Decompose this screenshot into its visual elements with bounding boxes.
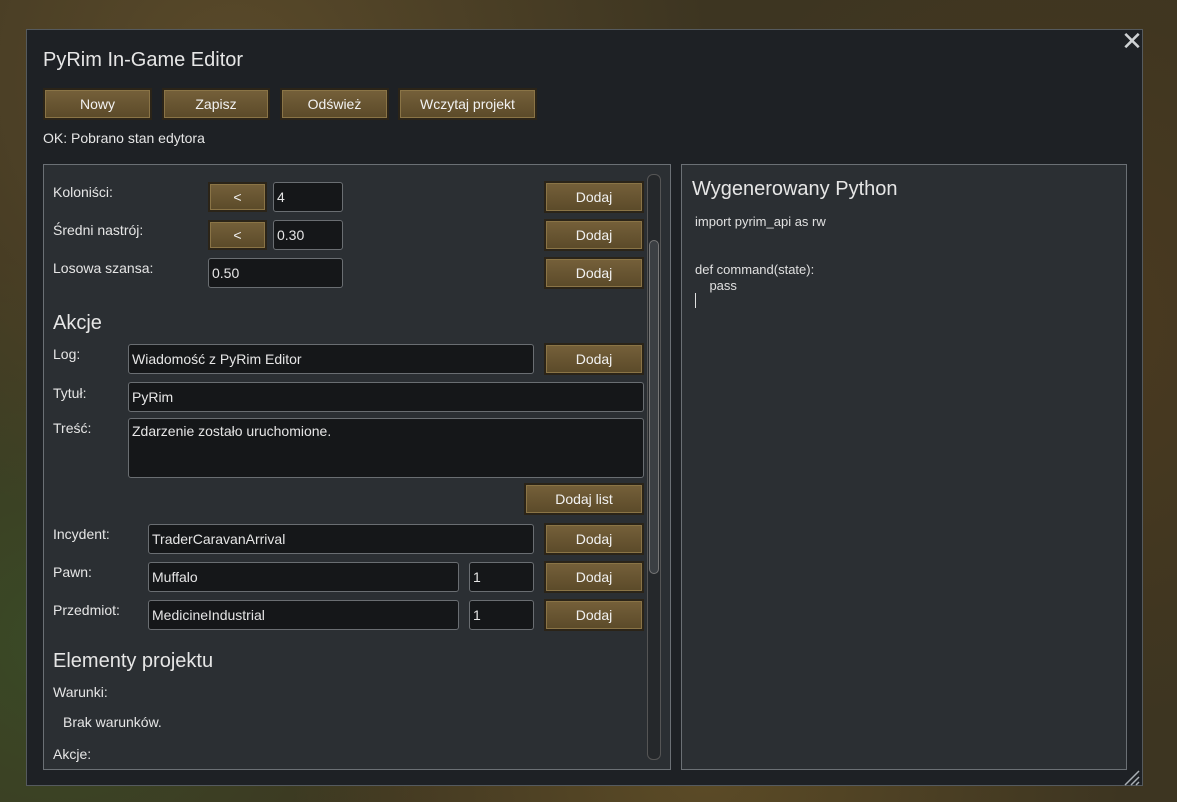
refresh-button[interactable]: Odśwież xyxy=(280,88,389,120)
log-label: Log: xyxy=(53,346,81,362)
incident-label: Incydent: xyxy=(53,526,110,542)
editor-scrollbar-thumb[interactable] xyxy=(649,240,659,574)
no-conditions-text: Brak warunków. xyxy=(63,714,162,730)
incident-input[interactable]: TraderCaravanArrival xyxy=(148,524,534,554)
item-label: Przedmiot: xyxy=(53,602,120,618)
code-line-def: def command(state): xyxy=(695,262,815,277)
load-project-button[interactable]: Wczytaj projekt xyxy=(398,88,537,120)
mood-add-button[interactable]: Dodaj xyxy=(544,219,644,251)
mood-operator-button[interactable]: < xyxy=(208,220,267,250)
code-line-pass: pass xyxy=(695,278,737,293)
actions-heading: Akcje xyxy=(53,312,102,334)
chance-add-button[interactable]: Dodaj xyxy=(544,257,644,289)
add-letter-button[interactable]: Dodaj list xyxy=(524,483,644,515)
python-heading: Wygenerowany Python xyxy=(692,178,898,200)
letter-title-input[interactable]: PyRim xyxy=(128,382,644,412)
title-label: Tytuł: xyxy=(53,385,87,401)
mood-label: Średni nastrój: xyxy=(53,222,144,238)
log-input[interactable]: Wiadomość z PyRim Editor xyxy=(128,344,534,374)
chance-value-input[interactable]: 0.50 xyxy=(208,258,343,288)
close-icon[interactable]: ✕ xyxy=(1120,28,1144,54)
window-title: PyRim In-Game Editor xyxy=(43,49,244,71)
colonists-add-button[interactable]: Dodaj xyxy=(544,181,644,213)
pawn-add-button[interactable]: Dodaj xyxy=(544,561,644,593)
pawn-count-input[interactable]: 1 xyxy=(469,562,534,592)
body-label: Treść: xyxy=(53,420,92,436)
log-add-button[interactable]: Dodaj xyxy=(544,343,644,375)
project-conditions-label: Warunki: xyxy=(53,684,108,700)
incident-add-button[interactable]: Dodaj xyxy=(544,523,644,555)
item-count-input[interactable]: 1 xyxy=(469,600,534,630)
mood-value-input[interactable]: 0.30 xyxy=(273,220,343,250)
save-button[interactable]: Zapisz xyxy=(162,88,270,120)
code-line-import: import pyrim_api as rw xyxy=(695,214,826,229)
colonists-label: Koloniści: xyxy=(53,184,113,200)
status-text: OK: Pobrano stan edytora xyxy=(43,130,205,146)
text-caret xyxy=(695,293,696,308)
item-add-button[interactable]: Dodaj xyxy=(544,599,644,631)
chance-label: Losowa szansa: xyxy=(53,260,154,276)
colonists-operator-button[interactable]: < xyxy=(208,182,267,212)
letter-body-textarea[interactable]: Zdarzenie zostało uruchomione. xyxy=(128,418,644,478)
pawn-label: Pawn: xyxy=(53,564,92,580)
colonists-value-input[interactable]: 4 xyxy=(273,182,343,212)
project-elements-heading: Elementy projektu xyxy=(53,650,214,672)
project-actions-label: Akcje: xyxy=(53,746,92,762)
python-panel[interactable] xyxy=(681,164,1127,770)
resize-handle-icon[interactable] xyxy=(1123,769,1141,787)
pawn-input[interactable]: Muffalo xyxy=(148,562,459,592)
item-input[interactable]: MedicineIndustrial xyxy=(148,600,459,630)
new-button[interactable]: Nowy xyxy=(43,88,152,120)
